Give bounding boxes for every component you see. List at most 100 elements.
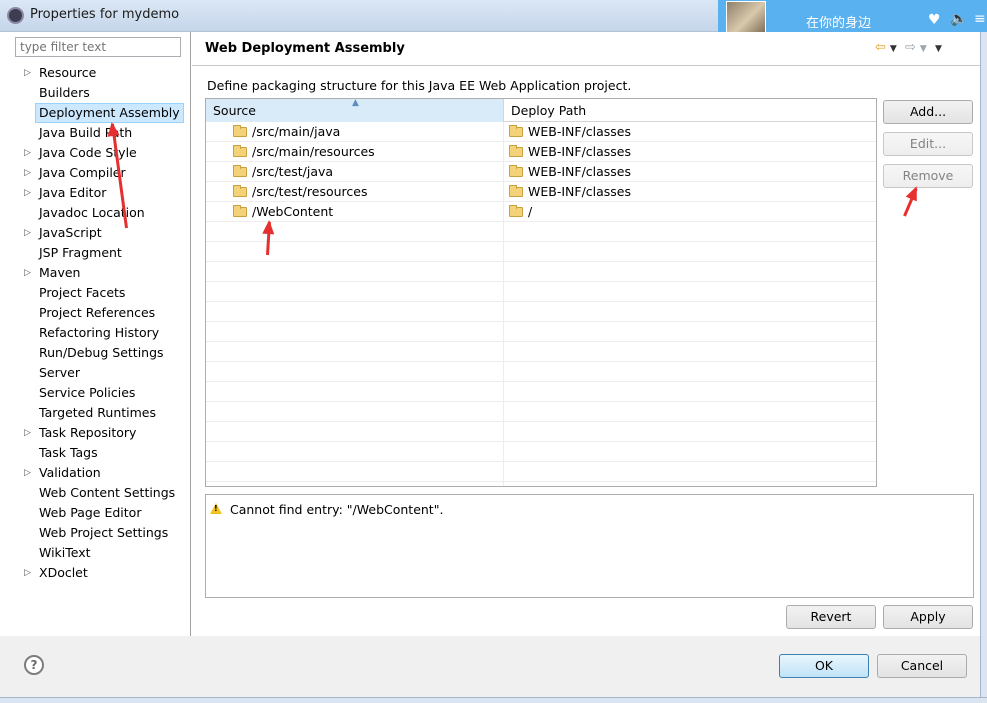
deploy-path: / — [528, 204, 533, 219]
table-row[interactable]: /src/main/java WEB-INF/classes — [206, 122, 876, 142]
table-row[interactable]: /src/main/resources WEB-INF/classes — [206, 142, 876, 162]
table-row[interactable] — [206, 382, 876, 402]
sidebar-item[interactable]: ▷ Java Compiler — [8, 163, 191, 183]
sidebar-item-label: Java Compiler — [39, 165, 126, 180]
forward-arrow-icon[interactable]: ⇨ — [905, 40, 916, 55]
table-row[interactable]: /src/test/resources WEB-INF/classes — [206, 182, 876, 202]
assembly-table[interactable]: Source ▲ Deploy Path /src/main/java WEB-I… — [205, 98, 877, 487]
expand-arrow-icon[interactable]: ▷ — [24, 423, 31, 443]
sidebar-item[interactable]: Java Build Path — [8, 123, 191, 143]
sidebar-item[interactable]: ▷ Validation — [8, 463, 191, 483]
table-row[interactable] — [206, 242, 876, 262]
apply-button[interactable]: Apply — [883, 605, 973, 629]
sidebar-item[interactable]: ▷ XDoclet — [8, 563, 191, 583]
volume-icon[interactable]: 🔈 — [950, 11, 967, 27]
sidebar-item[interactable]: Run/Debug Settings — [8, 343, 191, 363]
back-arrow-icon[interactable]: ⇦ — [875, 40, 886, 55]
deploy-path-cell: WEB-INF/classes — [509, 182, 869, 202]
navigation-arrows: ⇦ ▼ ⇨ ▼ ▼ — [875, 40, 946, 55]
sidebar-item-label: Maven — [39, 265, 81, 280]
table-row[interactable] — [206, 462, 876, 482]
expand-arrow-icon[interactable]: ▷ — [24, 263, 31, 283]
edit-button[interactable]: Edit... — [883, 132, 973, 156]
folder-icon — [509, 205, 523, 217]
sidebar-item[interactable]: WikiText — [8, 543, 191, 563]
sidebar-item[interactable]: Project Facets — [8, 283, 191, 303]
sidebar-item[interactable]: Javadoc Location — [8, 203, 191, 223]
folder-icon — [509, 165, 523, 177]
expand-arrow-icon[interactable]: ▷ — [24, 143, 31, 163]
sidebar-item[interactable]: Refactoring History — [8, 323, 191, 343]
expand-arrow-icon[interactable]: ▷ — [24, 463, 31, 483]
sidebar-item[interactable]: Task Tags — [8, 443, 191, 463]
table-row[interactable] — [206, 282, 876, 302]
table-row[interactable]: /WebContent / — [206, 202, 876, 222]
table-row[interactable] — [206, 442, 876, 462]
sidebar-item[interactable]: Project References — [8, 303, 191, 323]
warning-icon — [210, 503, 222, 514]
ok-button[interactable]: OK — [779, 654, 869, 678]
table-row[interactable] — [206, 402, 876, 422]
sidebar-item[interactable]: Web Page Editor — [8, 503, 191, 523]
sidebar-item[interactable]: ▷ JavaScript — [8, 223, 191, 243]
window-border — [0, 697, 987, 703]
dialog-body: ▷ResourceBuildersDeployment AssemblyJava… — [0, 32, 980, 637]
table-row[interactable]: /src/test/java WEB-INF/classes — [206, 162, 876, 182]
table-row[interactable] — [206, 362, 876, 382]
folder-icon — [233, 205, 247, 217]
filter-input[interactable] — [15, 37, 181, 57]
expand-arrow-icon[interactable]: ▷ — [24, 63, 31, 83]
expand-arrow-icon[interactable]: ▷ — [24, 563, 31, 583]
heart-icon[interactable]: ♥ — [928, 12, 941, 28]
sidebar-item-label: Validation — [39, 465, 101, 480]
table-row[interactable] — [206, 262, 876, 282]
deploy-path-cell: / — [509, 202, 869, 222]
sidebar-item-label: Task Repository — [39, 425, 137, 440]
revert-button[interactable]: Revert — [786, 605, 876, 629]
sidebar-item[interactable]: Web Project Settings — [8, 523, 191, 543]
list-icon[interactable]: ≡ — [974, 11, 986, 27]
column-header-source[interactable]: Source ▲ — [206, 99, 504, 122]
sidebar-item-label: Resource — [39, 65, 97, 80]
sidebar-item[interactable]: Deployment Assembly — [8, 103, 191, 123]
header-divider — [192, 65, 980, 66]
sidebar-item[interactable]: ▷ Java Editor — [8, 183, 191, 203]
remove-button[interactable]: Remove — [883, 164, 973, 188]
sidebar-item[interactable]: ▷ Resource — [8, 63, 191, 83]
cancel-button[interactable]: Cancel — [877, 654, 967, 678]
sidebar-item-label: Web Page Editor — [39, 505, 142, 520]
expand-arrow-icon[interactable]: ▷ — [24, 223, 31, 243]
sidebar-item[interactable]: Web Content Settings — [8, 483, 191, 503]
source-cell: /src/test/resources — [233, 182, 503, 202]
chevron-down-icon[interactable]: ▼ — [890, 44, 897, 54]
table-row[interactable] — [206, 222, 876, 242]
table-row[interactable] — [206, 422, 876, 442]
sidebar-item[interactable]: Server — [8, 363, 191, 383]
expand-arrow-icon[interactable]: ▷ — [24, 183, 31, 203]
column-header-deploy-path[interactable]: Deploy Path — [504, 99, 876, 122]
help-icon[interactable]: ? — [24, 655, 44, 675]
source-cell: /src/test/java — [233, 162, 503, 182]
sidebar-item[interactable]: Targeted Runtimes — [8, 403, 191, 423]
add-button[interactable]: Add... — [883, 100, 973, 124]
page-description: Define packaging structure for this Java… — [207, 78, 632, 93]
view-menu-icon[interactable]: ▼ — [935, 44, 942, 54]
sidebar-item-label: WikiText — [39, 545, 91, 560]
table-row[interactable] — [206, 342, 876, 362]
annotation-arrow-head — [105, 121, 120, 137]
sidebar-item[interactable]: Service Policies — [8, 383, 191, 403]
chevron-down-icon[interactable]: ▼ — [920, 44, 927, 54]
deploy-path: WEB-INF/classes — [528, 184, 632, 199]
sidebar-item[interactable]: JSP Fragment — [8, 243, 191, 263]
sidebar-item[interactable]: ▷ Maven — [8, 263, 191, 283]
sidebar-item-label: Builders — [39, 85, 90, 100]
sidebar-item[interactable]: ▷ Task Repository — [8, 423, 191, 443]
expand-arrow-icon[interactable]: ▷ — [24, 163, 31, 183]
sidebar-item-label: Java Code Style — [39, 145, 137, 160]
table-row[interactable] — [206, 302, 876, 322]
table-row[interactable] — [206, 322, 876, 342]
sidebar-item[interactable]: ▷ Java Code Style — [8, 143, 191, 163]
source-path: /src/test/resources — [252, 184, 368, 199]
folder-icon — [233, 185, 247, 197]
sidebar-item[interactable]: Builders — [8, 83, 191, 103]
